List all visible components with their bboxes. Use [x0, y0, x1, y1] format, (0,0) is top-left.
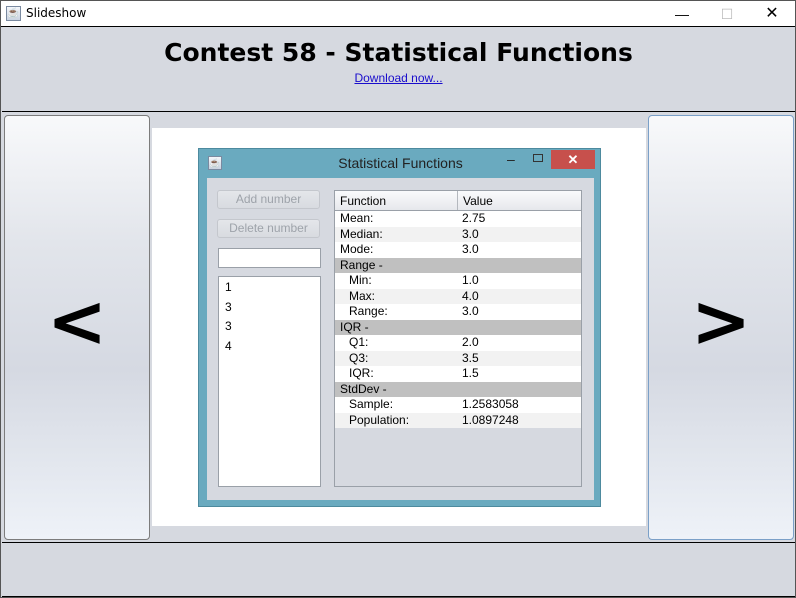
value-cell: 3.0 — [462, 242, 479, 256]
table-header: Function Value — [335, 191, 581, 211]
table-row: Population: 1.0897248 — [335, 412, 581, 428]
value-cell: 3.5 — [462, 350, 479, 365]
value-cell — [458, 320, 462, 336]
table-row: Max: 4.0 — [335, 288, 581, 304]
function-cell: IQR - — [340, 319, 369, 334]
maximize-icon — [533, 154, 543, 162]
minimize-button[interactable]: — — [659, 1, 705, 27]
numbers-list: 1 3 3 4 — [218, 276, 321, 487]
minimize-icon: – — [507, 151, 515, 167]
function-cell: Range: — [349, 304, 388, 318]
value-cell — [458, 382, 462, 398]
table-row: Range: 3.0 — [335, 304, 581, 320]
function-cell: Population: — [349, 412, 410, 427]
column-header-function: Function — [335, 191, 458, 210]
table-row: Min: 1.0 — [335, 273, 581, 289]
value-cell: 3.0 — [462, 226, 479, 241]
previous-slide-button[interactable]: < — [4, 115, 150, 540]
function-cell: Mode: — [340, 242, 374, 256]
slide-screenshot: ☕ Statistical Functions – ✕ Add number D… — [198, 148, 601, 507]
function-cell: Q1: — [349, 335, 369, 349]
window-title: Slideshow — [26, 6, 87, 20]
function-cell: Q3: — [349, 350, 369, 365]
table-row: IQR: 1.5 — [335, 366, 581, 382]
function-cell: Max: — [349, 288, 376, 303]
value-cell: 4.0 — [462, 288, 479, 303]
function-cell: Range - — [340, 257, 383, 272]
next-arrow-icon: > — [690, 279, 752, 363]
title-bar: ☕ Slideshow — ☐ ✕ — [1, 1, 795, 27]
table-row: Mode: 3.0 — [335, 242, 581, 258]
java-icon: ☕ — [6, 6, 21, 21]
value-cell: 2.75 — [462, 211, 486, 225]
value-cell: 1.5 — [462, 366, 479, 380]
value-cell — [458, 258, 462, 274]
function-cell: StdDev - — [340, 381, 387, 396]
slideshow-window: ☕ Slideshow — ☐ ✕ Contest 58 - Statistic… — [0, 0, 796, 598]
header-panel: Contest 58 - Statistical Functions Downl… — [2, 27, 795, 112]
table-row: Median: 3.0 — [335, 226, 581, 242]
table-row: Sample: 1.2583058 — [335, 397, 581, 413]
number-input — [218, 248, 321, 268]
value-cell: 3.0 — [462, 304, 479, 318]
table-group-row: StdDev - — [335, 381, 581, 398]
list-item: 3 — [225, 299, 232, 314]
footer-panel — [2, 542, 795, 597]
value-cell: 2.0 — [462, 335, 479, 349]
screenshot-client-area: Add number Delete number 1 3 3 4 Functio… — [207, 178, 594, 500]
function-cell: IQR: — [349, 366, 374, 380]
previous-arrow-icon: < — [46, 279, 108, 363]
download-link[interactable]: Download now... — [2, 71, 795, 85]
value-cell: 1.0 — [462, 273, 479, 287]
table-group-row: IQR - — [335, 319, 581, 336]
function-cell: Sample: — [349, 397, 394, 411]
list-item: 3 — [225, 319, 232, 333]
list-item: 4 — [225, 338, 232, 353]
table-row: Q1: 2.0 — [335, 335, 581, 351]
function-cell: Median: — [340, 226, 383, 241]
table-group-row: Range - — [335, 257, 581, 274]
function-cell: Mean: — [340, 211, 374, 225]
delete-number-button: Delete number — [217, 219, 320, 238]
value-cell: 1.2583058 — [462, 397, 519, 411]
add-number-button: Add number — [217, 190, 320, 209]
list-item: 1 — [225, 280, 232, 294]
close-button[interactable]: ✕ — [749, 1, 795, 27]
function-cell: Min: — [349, 273, 372, 287]
column-header-value: Value — [463, 194, 493, 208]
table-row: Q3: 3.5 — [335, 350, 581, 366]
table-row: Mean: 2.75 — [335, 211, 581, 227]
statistics-table: Function Value Mean: 2.75 Median: 3.0 Mode: 3… — [334, 190, 582, 487]
next-slide-button[interactable]: > — [648, 115, 794, 540]
page-title: Contest 58 - Statistical Functions — [164, 38, 633, 67]
value-cell: 1.0897248 — [462, 412, 519, 427]
close-icon: ✕ — [551, 150, 595, 169]
maximize-button[interactable]: ☐ — [704, 1, 750, 27]
